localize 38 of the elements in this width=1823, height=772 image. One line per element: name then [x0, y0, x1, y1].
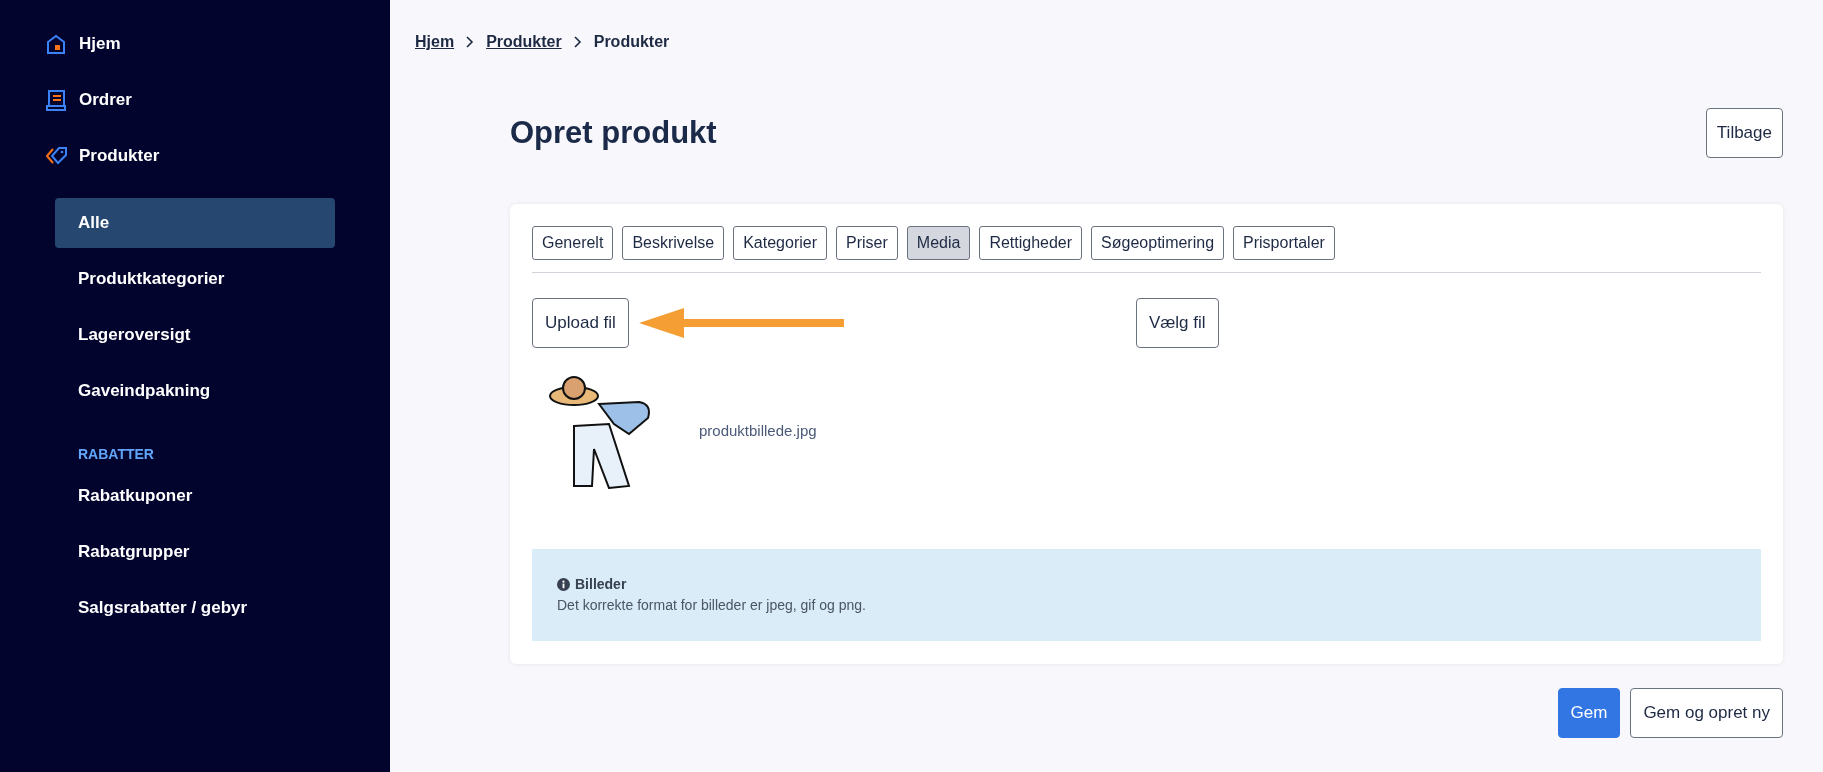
sidebar-subitem[interactable]: Rabatkuponer — [55, 471, 335, 521]
save-and-new-button[interactable]: Gem og opret ny — [1630, 688, 1783, 738]
section-heading: RABATTER — [78, 445, 155, 464]
chevron-right-icon — [573, 36, 582, 48]
tag-icon — [45, 145, 67, 167]
sidebar-subitem[interactable]: Rabatgrupper — [55, 527, 335, 577]
tab[interactable]: Kategorier — [733, 226, 827, 260]
breadcrumb-link[interactable]: Produkter — [486, 30, 562, 54]
breadcrumb-current: Produkter — [593, 32, 670, 52]
sidebar-subitem[interactable]: Lageroversigt — [55, 310, 335, 360]
receipt-icon — [45, 89, 67, 111]
info-title: Billeder — [575, 575, 627, 594]
sidebar-item[interactable]: Produkter — [45, 132, 350, 180]
tab[interactable]: Beskrivelse — [622, 226, 725, 260]
back-button[interactable]: Tilbage — [1705, 108, 1783, 158]
tab[interactable]: Media — [906, 226, 971, 260]
tab[interactable]: Prisportaler — [1233, 226, 1335, 260]
page-title: Opret produkt — [510, 113, 717, 152]
home-icon — [45, 33, 67, 55]
breadcrumb-link[interactable]: Hjem — [415, 30, 455, 54]
info-text: Det korrekte format for billeder er jpeg, gif og png. — [557, 596, 867, 615]
sidebar-subitem[interactable]: Salgsrabatter / gebyr — [55, 583, 335, 633]
tab[interactable]: Søgeoptimering — [1091, 226, 1225, 260]
tab[interactable]: Priser — [836, 226, 898, 260]
upload-file-button[interactable]: Upload fil — [532, 298, 629, 348]
sidebar-item[interactable]: Ordrer — [45, 76, 350, 124]
sidebar-subitem[interactable]: Alle — [55, 198, 335, 248]
chevron-right-icon — [466, 36, 475, 48]
sidebar-subitem[interactable]: Gaveindpakning — [55, 366, 335, 416]
arrow-icon — [638, 308, 844, 338]
file-name: produktbillede.jpg — [699, 421, 817, 442]
sidebar-item[interactable]: Hjem — [45, 20, 350, 68]
info-icon — [557, 578, 570, 591]
sidebar-subitem[interactable]: Produktkategorier — [55, 254, 335, 304]
tab[interactable]: Rettigheder — [979, 226, 1083, 260]
save-button[interactable]: Gem — [1557, 688, 1621, 738]
tab[interactable]: Generelt — [532, 226, 614, 260]
choose-file-button[interactable]: Vælg fil — [1135, 298, 1219, 348]
